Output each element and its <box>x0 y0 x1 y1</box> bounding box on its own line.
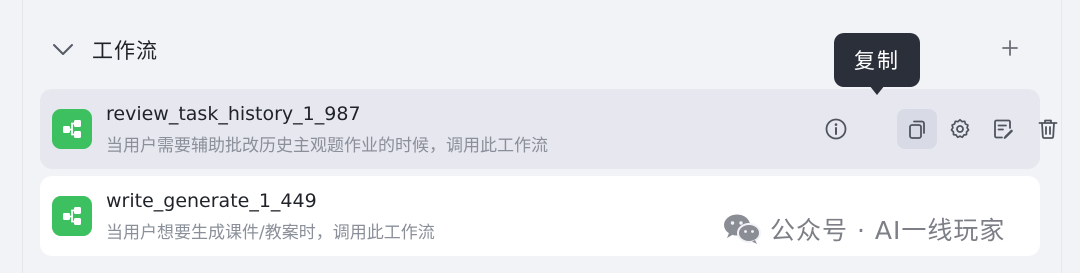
watermark-text: 公众号 · AI一线玩家 <box>770 216 1006 245</box>
workflow-icon <box>52 196 92 236</box>
settings-icon <box>950 118 970 139</box>
settings-button[interactable] <box>940 109 980 149</box>
add-workflow-button[interactable] <box>996 34 1024 62</box>
workflow-description: 当用户想要生成课件/教案时，调用此工作流 <box>106 223 435 243</box>
workflow-name: write_generate_1_449 <box>106 190 317 212</box>
workflow-name: review_task_history_1_987 <box>106 103 361 125</box>
watermark: 公众号 · AI一线玩家 <box>722 208 1062 250</box>
plus-icon <box>1002 40 1018 56</box>
copy-icon <box>909 120 925 139</box>
workflow-actions <box>816 109 1058 149</box>
wechat-icon <box>724 214 761 244</box>
copy-tooltip: 复制 <box>834 33 920 96</box>
tooltip-arrow <box>869 85 885 95</box>
workflow-item-review-task-history[interactable]: review_task_history_1_987 当用户需要辅助批改历史主观题… <box>40 89 1058 169</box>
copy-button[interactable] <box>897 109 937 149</box>
edit-icon <box>994 119 1013 139</box>
info-button[interactable] <box>816 109 856 149</box>
edit-button[interactable] <box>983 109 1023 149</box>
section-title: 工作流 <box>92 39 158 63</box>
chevron-down-icon[interactable] <box>50 38 76 62</box>
delete-icon <box>1038 119 1058 139</box>
workflow-icon <box>52 109 92 149</box>
info-icon <box>825 118 847 140</box>
delete-button[interactable] <box>1028 109 1068 149</box>
workflow-description: 当用户需要辅助批改历史主观题作业的时候，调用此工作流 <box>106 136 548 156</box>
tooltip-label: 复制 <box>834 33 920 87</box>
